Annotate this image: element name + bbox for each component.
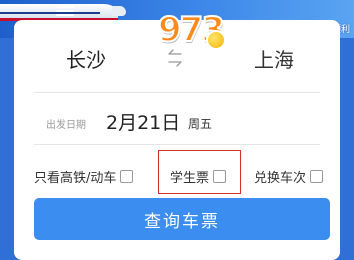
to-city[interactable]: 上海 — [254, 44, 294, 73]
divider — [34, 92, 320, 93]
departure-date[interactable]: 2月21日 — [106, 108, 180, 135]
exchange-train-option[interactable]: 兑换车次 — [254, 167, 324, 186]
exchange-train-checkbox[interactable] — [310, 170, 324, 183]
student-ticket-checkbox[interactable] — [213, 170, 227, 183]
high-speed-only-label: 只看高铁/动车 — [34, 171, 117, 186]
exchange-train-label: 兑换车次 — [254, 171, 307, 186]
weekday: 周五 — [188, 117, 213, 131]
student-ticket-label: 学生票 — [170, 171, 210, 186]
train-stripe — [0, 12, 100, 14]
date-label: 出发日期 — [46, 120, 86, 131]
high-speed-only-checkbox[interactable] — [120, 170, 134, 183]
student-ticket-option[interactable]: 学生票 — [170, 167, 227, 186]
from-city[interactable]: 长沙 — [66, 44, 106, 73]
menu-icon[interactable] — [56, 4, 74, 18]
train-nose — [112, 6, 126, 16]
divider — [34, 144, 320, 145]
swap-arrows-icon[interactable] — [166, 48, 184, 68]
logo-text: 游戏网 — [250, 23, 302, 44]
high-speed-only-option[interactable]: 只看高铁/动车 — [34, 167, 134, 186]
site-logo: 973 游戏网 — [157, 6, 301, 51]
ticket-search-card: 长沙 上海 出发日期 2月21日 周五 只看高铁/动车 学生票 兑换车次 查询车… — [14, 20, 340, 260]
query-tickets-button[interactable]: 查询车票 — [34, 198, 330, 240]
logo-ball-icon — [206, 30, 226, 50]
